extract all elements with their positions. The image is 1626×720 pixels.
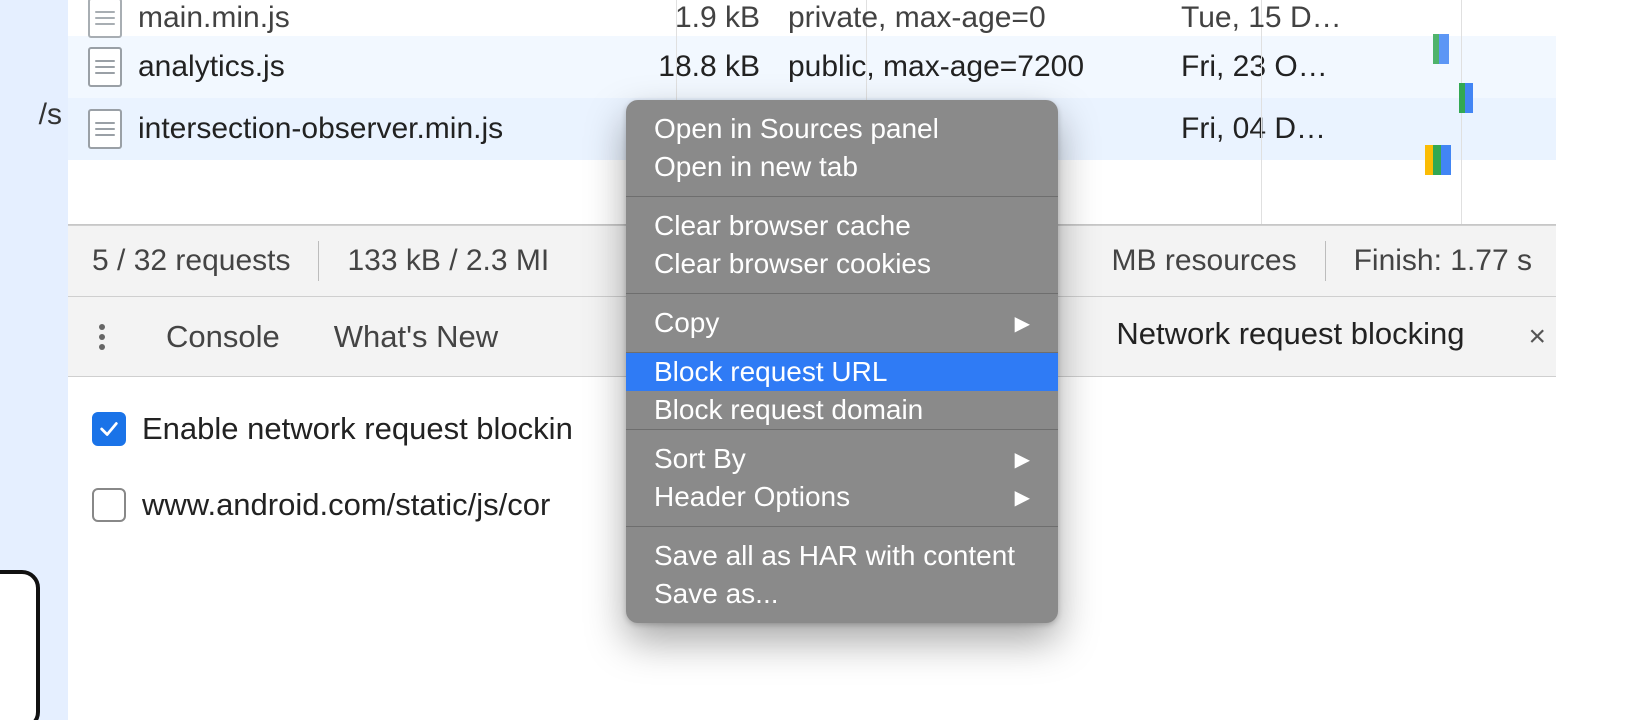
chevron-right-icon: ▶ [1015,447,1030,472]
menu-copy[interactable]: Copy▶ [626,304,1058,342]
menu-block-request-domain[interactable]: Block request domain [626,391,1058,429]
status-resources: MB resources [1112,244,1297,278]
status-transferred: 133 kB / 2.3 MI [347,244,549,278]
devtools-left-peek: /s [0,0,68,720]
chevron-right-icon: ▶ [1015,485,1030,510]
checkbox-icon[interactable] [92,488,126,522]
cell-name: intersection-observer.min.js [138,112,503,146]
menu-clear-browser-cookies[interactable]: Clear browser cookies [626,245,1058,283]
file-icon [88,0,122,38]
status-requests: 5 / 32 requests [92,244,290,278]
menu-header-options[interactable]: Header Options▶ [626,478,1058,516]
cell-name: analytics.js [138,50,285,84]
checkbox-icon[interactable] [92,412,126,446]
truncated-text: /s [39,98,62,132]
kebab-icon[interactable] [92,324,112,350]
file-icon [88,109,122,149]
enable-blocking-label: Enable network request blockin [142,411,573,447]
context-menu: Open in Sources panel Open in new tab Cl… [626,100,1058,623]
file-icon [88,47,122,87]
close-icon[interactable]: × [1518,320,1556,354]
menu-sort-by[interactable]: Sort By▶ [626,440,1058,478]
blocking-pattern-text: www.android.com/static/js/cor [142,487,550,523]
tab-network-request-blocking[interactable]: Network request blocking [1116,316,1464,358]
cell-date: Tue, 15 D… [1173,1,1373,35]
cell-cache: public, max-age=7200 [778,50,1173,84]
menu-block-request-url[interactable]: Block request URL [626,353,1058,391]
menu-open-in-sources[interactable]: Open in Sources panel [626,110,1058,148]
tab-console[interactable]: Console [166,319,280,355]
network-row[interactable]: main.min.js 1.9 kB private, max-age=0 Tu… [68,0,1556,36]
menu-open-in-new-tab[interactable]: Open in new tab [626,148,1058,186]
status-finish: Finish: 1.77 s [1354,244,1532,278]
chevron-right-icon: ▶ [1015,311,1030,336]
cell-name: main.min.js [138,1,290,35]
cell-cache: private, max-age=0 [778,1,1173,35]
tab-whats-new[interactable]: What's New [334,319,498,355]
cell-date: Fri, 04 D… [1173,112,1373,146]
menu-save-all-as-har[interactable]: Save all as HAR with content [626,537,1058,575]
device-frame-peek [0,570,40,720]
cell-size: 18.8 kB [588,50,778,84]
menu-clear-browser-cache[interactable]: Clear browser cache [626,207,1058,245]
cell-size: 1.9 kB [588,1,778,35]
menu-save-as[interactable]: Save as... [626,575,1058,613]
cell-date: Fri, 23 O… [1173,50,1373,84]
network-row[interactable]: analytics.js 18.8 kB public, max-age=720… [68,36,1556,98]
right-fade [1556,0,1626,720]
